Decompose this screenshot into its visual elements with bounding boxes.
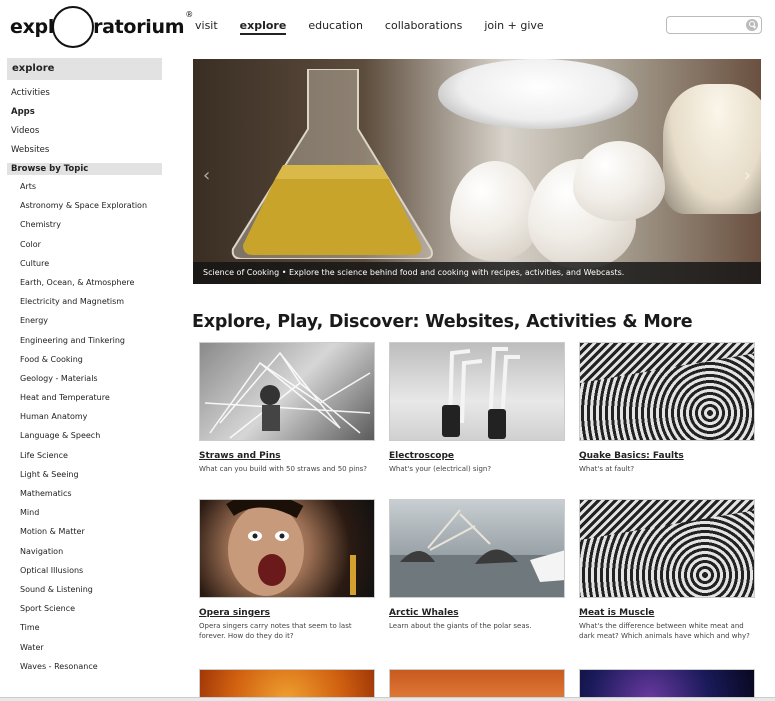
card-description: Learn about the giants of the polar seas… xyxy=(389,622,532,630)
card-title[interactable]: Opera singers xyxy=(199,608,375,618)
card-image[interactable] xyxy=(579,342,755,441)
sidebar-topic-item[interactable]: Sound & Listening xyxy=(7,580,162,599)
straw-structure-illustration xyxy=(204,351,371,439)
electroscope-illustration xyxy=(442,347,520,439)
sidebar-item-videos[interactable]: Videos xyxy=(7,122,162,141)
logo-text-right: ratorium xyxy=(93,16,185,38)
card-image[interactable] xyxy=(199,342,375,441)
sidebar-topic-item[interactable]: Arts xyxy=(7,177,162,196)
card-electroscope[interactable]: Electroscope What's your (electrical) si… xyxy=(389,342,565,474)
chevron-right-icon[interactable]: › xyxy=(744,165,751,186)
sidebar-topic-item[interactable]: Waves - Resonance xyxy=(7,657,162,676)
sidebar-topic-item[interactable]: Time xyxy=(7,618,162,637)
nav-explore[interactable]: explore xyxy=(239,19,287,35)
card-description: Opera singers carry notes that seem to l… xyxy=(199,622,352,640)
singer-face-illustration xyxy=(226,500,356,596)
sidebar-topic-item[interactable]: Language & Speech xyxy=(7,426,162,445)
sidebar-topic-item[interactable]: Geology - Materials xyxy=(7,369,162,388)
nav-collaborations[interactable]: collaborations xyxy=(385,19,462,35)
card-quake-basics-faults[interactable]: Quake Basics: Faults What's at fault? xyxy=(579,342,755,474)
stripe-pattern xyxy=(580,343,754,383)
sidebar-topic-item[interactable]: Engineering and Tinkering xyxy=(7,331,162,350)
sidebar-topic-item[interactable]: Color xyxy=(7,235,162,254)
card-description: What can you build with 50 straws and 50… xyxy=(199,465,368,473)
sidebar-topic-item[interactable]: Motion & Matter xyxy=(7,522,162,541)
nav-visit[interactable]: visit xyxy=(195,19,218,35)
card-opera-singers[interactable]: Opera singers Opera singers carry notes … xyxy=(199,499,375,641)
sidebar-topic-item[interactable]: Heat and Temperature xyxy=(7,388,162,407)
sidebar-topic-item[interactable]: Food & Cooking xyxy=(7,350,162,369)
stripe-pattern xyxy=(580,500,754,540)
sidebar-topic-item[interactable]: Electricity and Magnetism xyxy=(7,292,162,311)
page-title: Explore, Play, Discover: Websites, Activ… xyxy=(192,312,693,332)
search-input[interactable] xyxy=(667,21,743,37)
sidebar-topic-item[interactable]: Energy xyxy=(7,311,162,330)
search-icon[interactable] xyxy=(746,19,758,31)
card-image[interactable] xyxy=(579,499,755,598)
sidebar-topic-item[interactable]: Navigation xyxy=(7,542,162,561)
card-image[interactable] xyxy=(389,499,565,598)
card-title[interactable]: Quake Basics: Faults xyxy=(579,451,755,461)
hero-slideshow[interactable]: ‹ › Science of Cooking • Explore the sci… xyxy=(193,59,761,284)
card-title[interactable]: Meat is Muscle xyxy=(579,608,755,618)
sidebar-section-browse-by-topic: Browse by Topic xyxy=(7,163,162,175)
card-image[interactable] xyxy=(199,499,375,598)
card-description: What's at fault? xyxy=(579,465,635,473)
sidebar-topic-item[interactable]: Optical Illusions xyxy=(7,561,162,580)
sidebar: explore Activities Apps Videos Websites … xyxy=(7,58,162,676)
sidebar-topic-item[interactable]: Culture xyxy=(7,254,162,273)
sidebar-topic-item[interactable]: Astronomy & Space Exploration xyxy=(7,196,162,215)
salt-bowl xyxy=(438,59,638,129)
chevron-left-icon[interactable]: ‹ xyxy=(203,165,210,186)
card-arctic-whales[interactable]: Arctic Whales Learn about the giants of … xyxy=(389,499,565,631)
card-title[interactable]: Arctic Whales xyxy=(389,608,565,618)
sidebar-topic-item[interactable]: Water xyxy=(7,638,162,657)
site-header: expl ratorium ® visit explore education co… xyxy=(0,0,775,56)
card-image[interactable] xyxy=(389,342,565,441)
horizontal-scrollbar[interactable] xyxy=(0,697,775,701)
sidebar-topic-item[interactable]: Sport Science xyxy=(7,599,162,618)
sidebar-topic-item[interactable]: Human Anatomy xyxy=(7,407,162,426)
flask-illustration xyxy=(231,69,433,259)
sidebar-topic-item[interactable]: Life Science xyxy=(7,446,162,465)
narwhals-illustration xyxy=(390,509,564,597)
sidebar-topic-item[interactable]: Mathematics xyxy=(7,484,162,503)
logo-text-left: expl xyxy=(10,16,55,38)
card-title[interactable]: Electroscope xyxy=(389,451,565,461)
sidebar-item-websites[interactable]: Websites xyxy=(7,141,162,160)
flour-bowl xyxy=(663,84,761,214)
sidebar-item-activities[interactable]: Activities xyxy=(7,84,162,103)
top-nav: visit explore education collaborations j… xyxy=(195,19,566,35)
card-description: What's the difference between white meat… xyxy=(579,622,750,640)
search-box xyxy=(666,16,762,37)
card-straws-and-pins[interactable]: Straws and Pins What can you build with … xyxy=(199,342,375,474)
sidebar-topic-item[interactable]: Light & Seeing xyxy=(7,465,162,484)
nav-join-give[interactable]: join + give xyxy=(484,19,543,35)
card-description: What's your (electrical) sign? xyxy=(389,465,492,473)
registered-mark: ® xyxy=(185,10,193,19)
sidebar-topic-item[interactable]: Chemistry xyxy=(7,215,162,234)
hero-caption[interactable]: Science of Cooking • Explore the science… xyxy=(193,262,761,284)
nav-education[interactable]: education xyxy=(308,19,363,35)
exploratorium-logo[interactable]: expl ratorium ® xyxy=(10,6,193,48)
logo-ring-icon xyxy=(52,6,95,48)
card-meat-is-muscle[interactable]: Meat is Muscle What's the difference bet… xyxy=(579,499,755,641)
sidebar-item-apps[interactable]: Apps xyxy=(7,103,162,122)
sidebar-heading[interactable]: explore xyxy=(7,58,162,80)
sidebar-topic-item[interactable]: Earth, Ocean, & Atmosphere xyxy=(7,273,162,292)
card-title[interactable]: Straws and Pins xyxy=(199,451,375,461)
topic-list: Arts Astronomy & Space Exploration Chemist… xyxy=(7,177,162,676)
sidebar-topic-item[interactable]: Mind xyxy=(7,503,162,522)
